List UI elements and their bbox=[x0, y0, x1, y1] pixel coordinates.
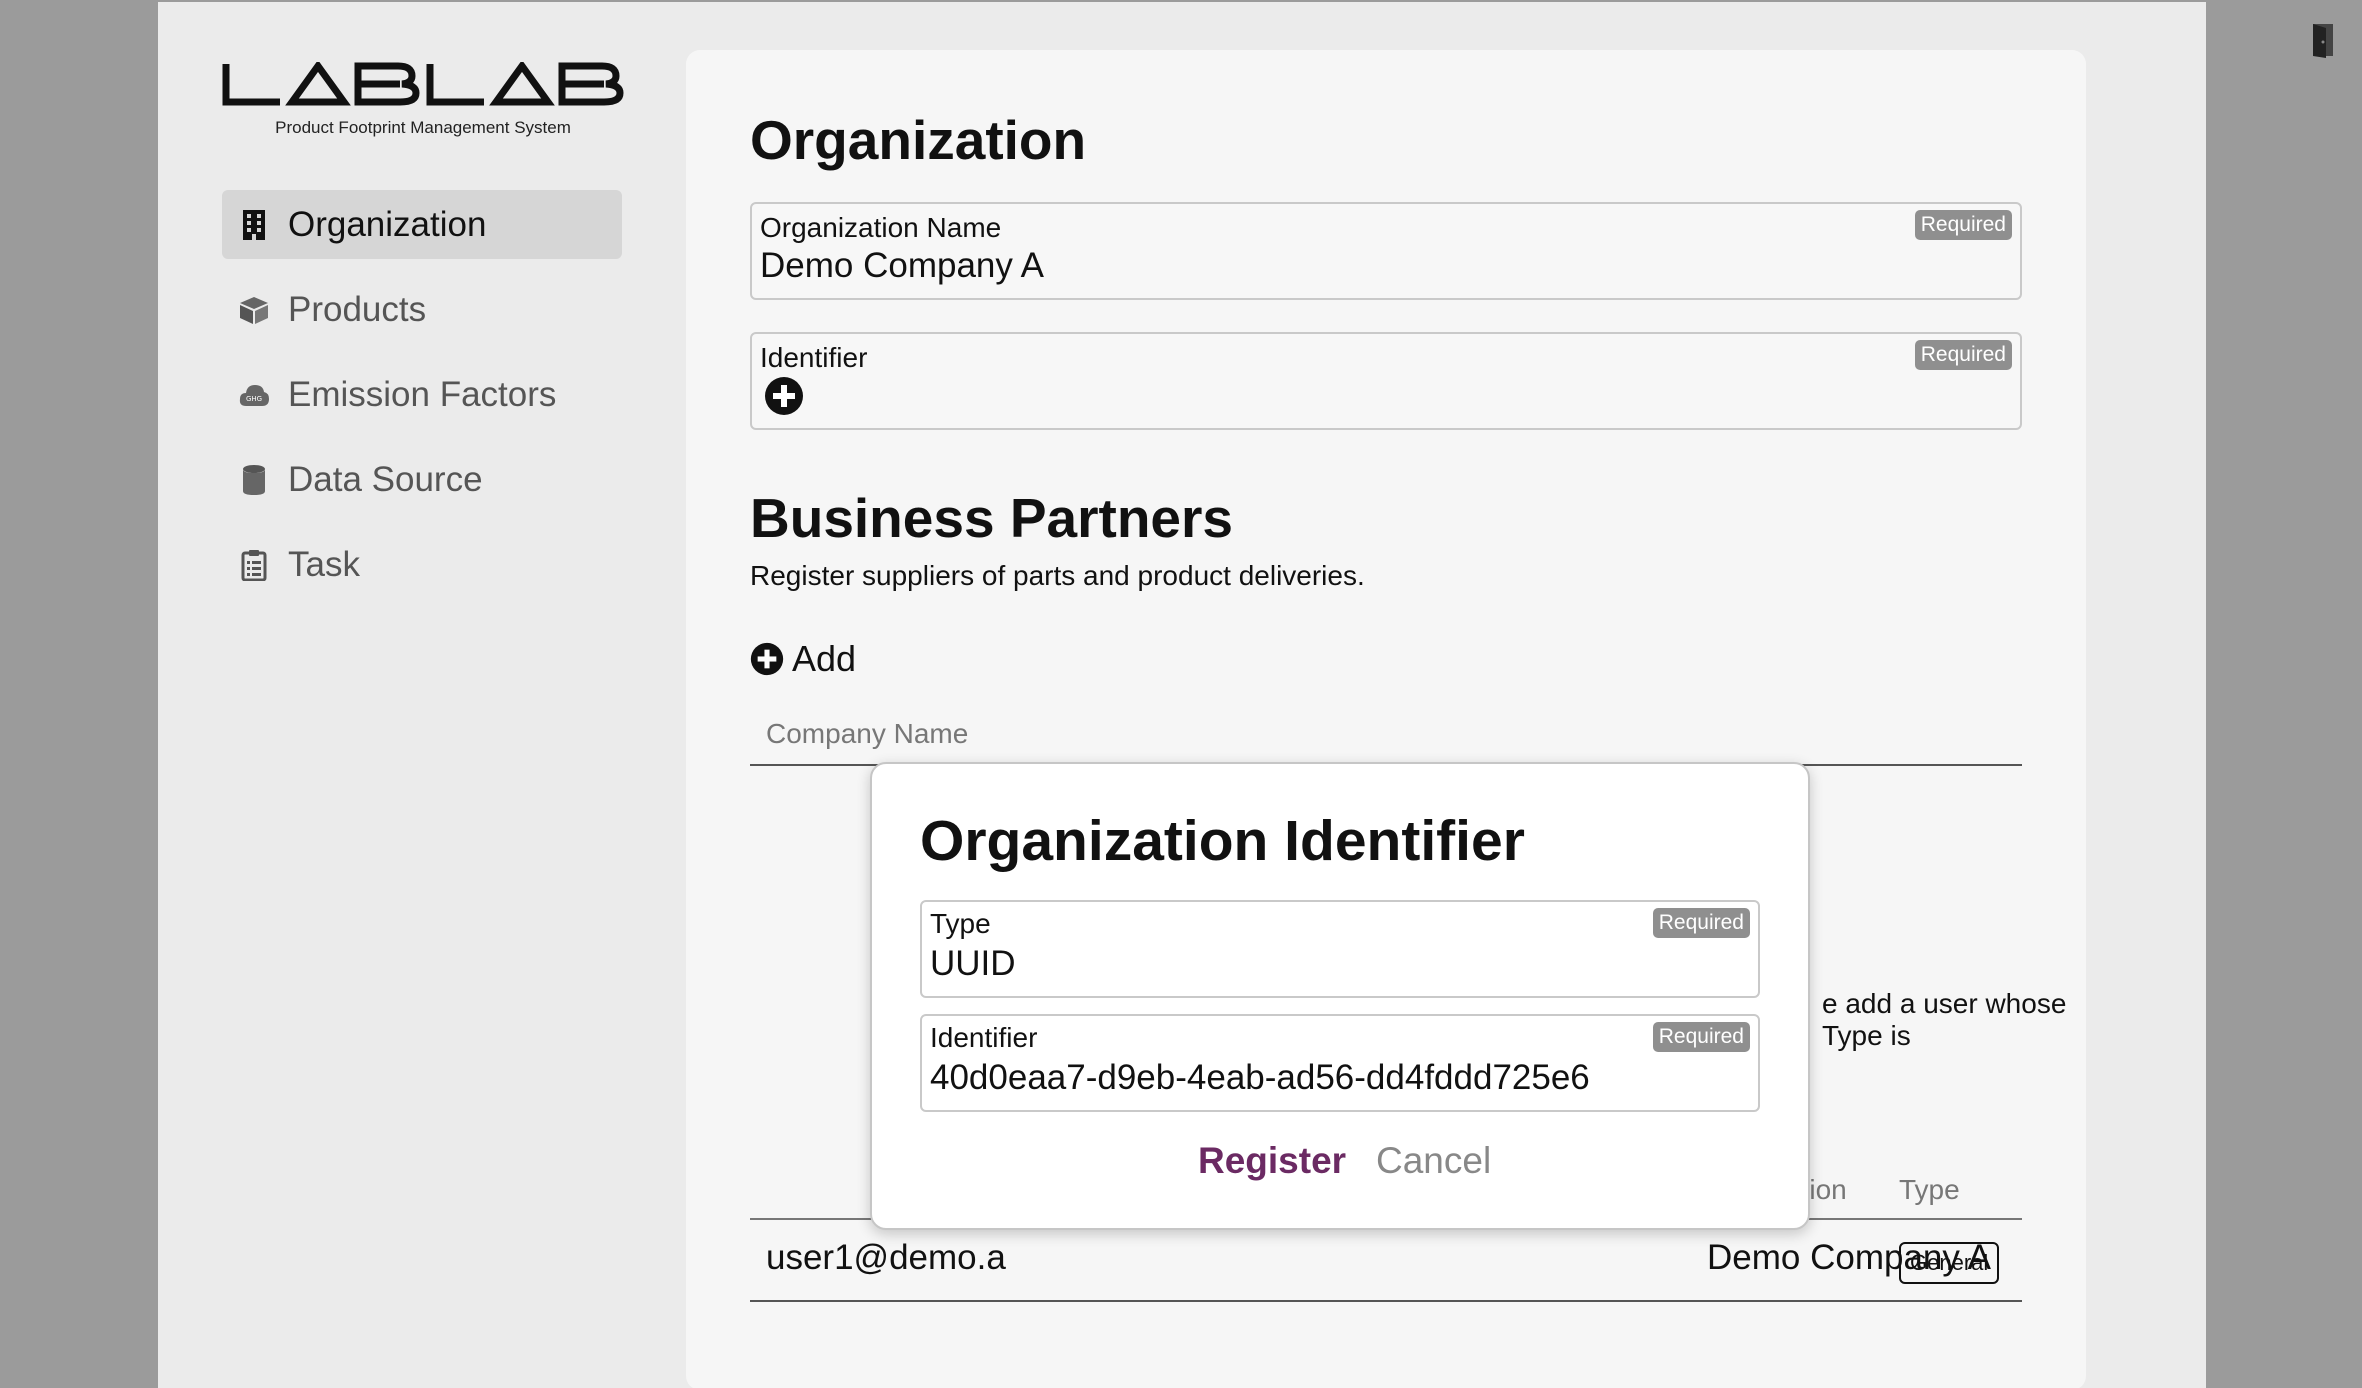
organization-heading: Organization bbox=[750, 109, 1087, 171]
app-window: Product Footprint Management System Orga… bbox=[158, 2, 2206, 1388]
sidebar-item-emission-factors[interactable]: GHG Emission Factors bbox=[222, 360, 622, 429]
user-email-cell: user1@demo.a bbox=[766, 1238, 1006, 1277]
sidebar-item-data-source[interactable]: Data Source bbox=[222, 445, 622, 514]
type-value[interactable]: UUID bbox=[930, 944, 1016, 984]
sidebar-item-task[interactable]: Task bbox=[222, 530, 622, 599]
database-icon bbox=[238, 463, 270, 497]
register-button[interactable]: Register bbox=[1198, 1140, 1346, 1182]
type-field[interactable]: Type Required UUID bbox=[920, 900, 1760, 998]
building-icon bbox=[238, 208, 270, 242]
identifier-field: Identifier Required bbox=[750, 332, 2022, 430]
dialog-title: Organization Identifier bbox=[920, 809, 1525, 873]
required-badge: Required bbox=[1652, 908, 1750, 938]
identifier-label: Identifier bbox=[760, 342, 868, 373]
sidebar-item-label: Organization bbox=[288, 204, 487, 244]
ghg-cloud-icon: GHG bbox=[238, 378, 270, 412]
business-partners-description: Register suppliers of parts and product … bbox=[750, 560, 1365, 591]
add-partner-button[interactable]: Add bbox=[750, 638, 856, 680]
add-identifier-icon[interactable] bbox=[764, 376, 804, 416]
lablab-logo bbox=[222, 62, 624, 106]
identifier-input-field[interactable]: Identifier Required 40d0eaa7-d9eb-4eab-a… bbox=[920, 1014, 1760, 1112]
add-label: Add bbox=[792, 638, 857, 679]
organization-identifier-dialog: Organization Identifier Type Required UU… bbox=[870, 762, 1810, 1230]
clipboard-list-icon bbox=[238, 548, 270, 582]
company-name-column-header: Company Name bbox=[766, 718, 969, 749]
type-column-header: Type bbox=[1899, 1174, 1960, 1205]
sidebar-item-organization[interactable]: Organization bbox=[222, 190, 622, 259]
plus-circle-icon bbox=[750, 642, 784, 676]
box-icon bbox=[238, 293, 270, 327]
user-type-badge: General bbox=[1899, 1242, 2000, 1284]
required-badge: Required bbox=[1914, 210, 2012, 240]
divider bbox=[750, 1300, 2022, 1302]
organization-name-label: Organization Name bbox=[760, 212, 1002, 243]
logo-subtitle: Product Footprint Management System bbox=[275, 118, 571, 137]
door-icon[interactable] bbox=[2310, 22, 2338, 58]
cancel-button[interactable]: Cancel bbox=[1376, 1140, 1491, 1182]
sidebar-item-label: Data Source bbox=[288, 459, 483, 499]
required-badge: Required bbox=[1914, 340, 2012, 370]
sidebar-item-label: Emission Factors bbox=[288, 374, 557, 414]
identifier-label: Identifier bbox=[930, 1022, 1038, 1053]
sidebar-item-label: Task bbox=[288, 544, 360, 584]
sidebar-item-label: Products bbox=[288, 289, 427, 329]
users-description-partial: e add a user whose Type is bbox=[1822, 988, 2067, 1051]
identifier-value[interactable]: 40d0eaa7-d9eb-4eab-ad56-dd4fddd725e6 bbox=[930, 1058, 1590, 1098]
business-partners-heading: Business Partners bbox=[750, 487, 1233, 549]
sidebar-nav: Organization Products GHG Emission Facto… bbox=[222, 190, 622, 615]
sidebar-item-products[interactable]: Products bbox=[222, 275, 622, 344]
organization-name-value[interactable]: Demo Company A bbox=[760, 246, 1044, 286]
organization-name-field[interactable]: Organization Name Required Demo Company … bbox=[750, 202, 2022, 300]
required-badge: Required bbox=[1652, 1022, 1750, 1052]
svg-text:GHG: GHG bbox=[246, 395, 262, 403]
type-label: Type bbox=[930, 908, 991, 939]
